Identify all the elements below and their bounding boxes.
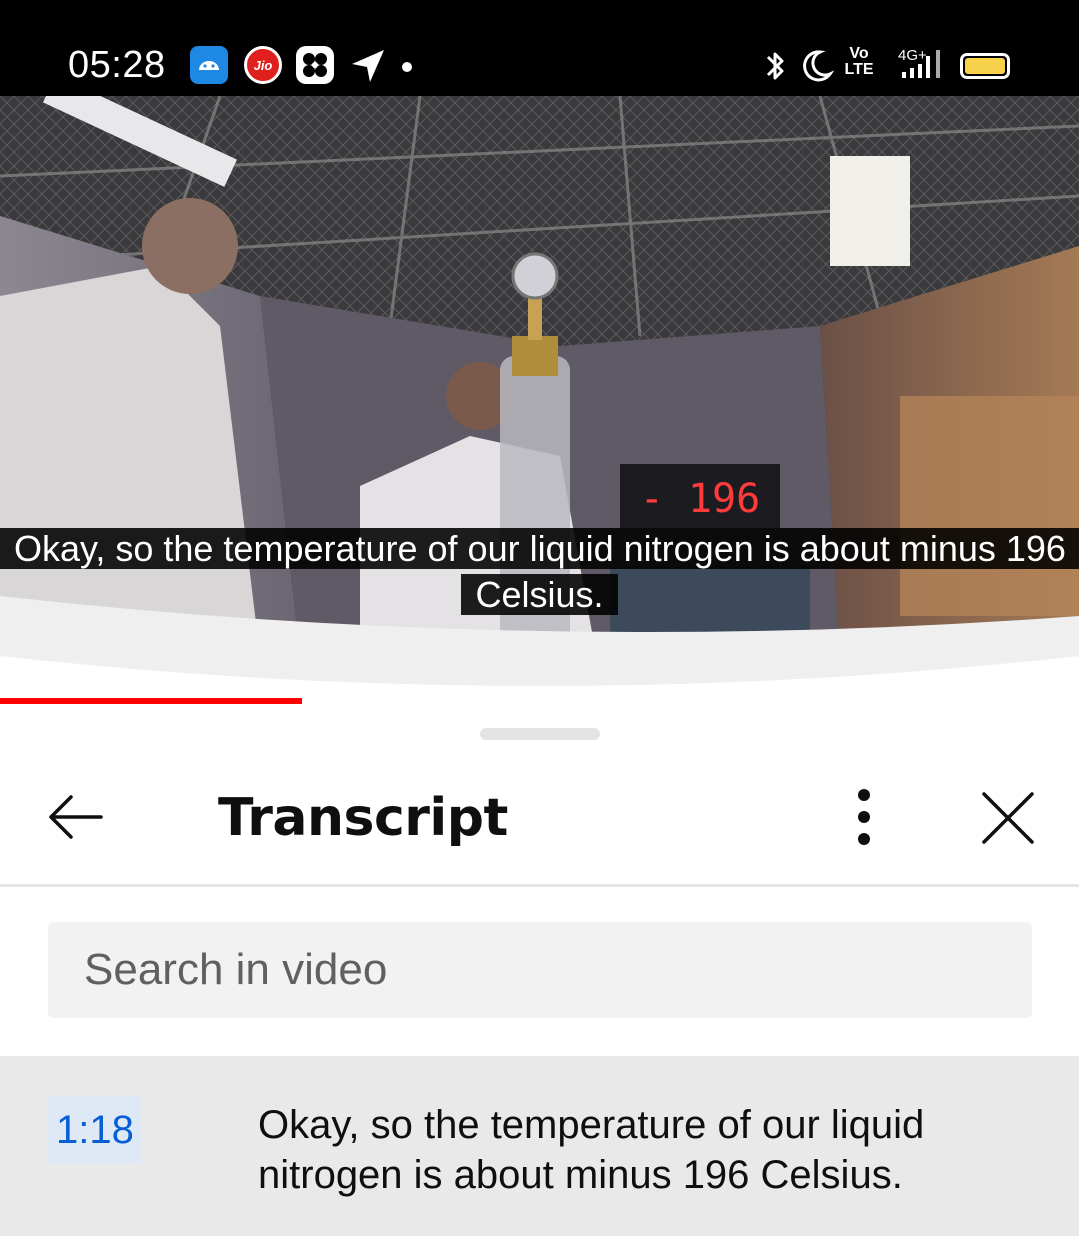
bluetooth-icon: [762, 48, 790, 89]
transcript-header: Transcript: [0, 764, 1079, 884]
drag-handle[interactable]: [480, 728, 600, 740]
close-icon: [982, 792, 1034, 844]
fan-app-icon: [296, 46, 334, 84]
video-caption: Okay, so the temperature of our liquid n…: [0, 526, 1079, 618]
panel-title: Transcript: [218, 788, 508, 848]
battery-icon: [960, 53, 1010, 79]
android-app-icon: [190, 46, 228, 84]
segment-text: Okay, so the temperature of our liquid n…: [258, 1103, 925, 1197]
network-type-label: 4G+: [898, 47, 927, 64]
navigation-icon: [350, 48, 386, 89]
signal-icon: 4G+: [890, 44, 950, 89]
transcript-panel: Transcript 1:18 Okay, so the temperature…: [0, 704, 1079, 1246]
volte-icon: Vo LTE: [842, 46, 876, 78]
close-button[interactable]: [970, 780, 1046, 856]
transcript-segment[interactable]: 1:18 Okay, so the temperature of our liq…: [0, 1056, 1079, 1236]
caption-text: Okay, so the temperature of our liquid n…: [0, 528, 1079, 615]
video-player[interactable]: - 196 Okay, so the temperature of our li…: [0, 96, 1079, 706]
jio-icon: Jio: [244, 46, 282, 84]
more-vert-icon: [858, 789, 870, 845]
moon-icon: [800, 48, 835, 89]
back-button[interactable]: [40, 782, 110, 852]
volte-line2: LTE: [844, 61, 874, 78]
volte-line1: Vo: [849, 45, 869, 62]
header-divider: [0, 884, 1079, 887]
status-bar: 05:28 Jio Vo LTE 4G+: [0, 0, 1079, 96]
search-in-video-input[interactable]: [48, 922, 1032, 1018]
segment-timestamp[interactable]: 1:18: [48, 1096, 142, 1164]
display-reading: - 196: [640, 476, 760, 522]
battery-fill: [965, 58, 1005, 74]
more-options-button[interactable]: [836, 782, 892, 852]
back-arrow-icon: [49, 795, 103, 839]
notification-dot-icon: [402, 62, 412, 72]
status-time: 05:28: [68, 44, 166, 86]
